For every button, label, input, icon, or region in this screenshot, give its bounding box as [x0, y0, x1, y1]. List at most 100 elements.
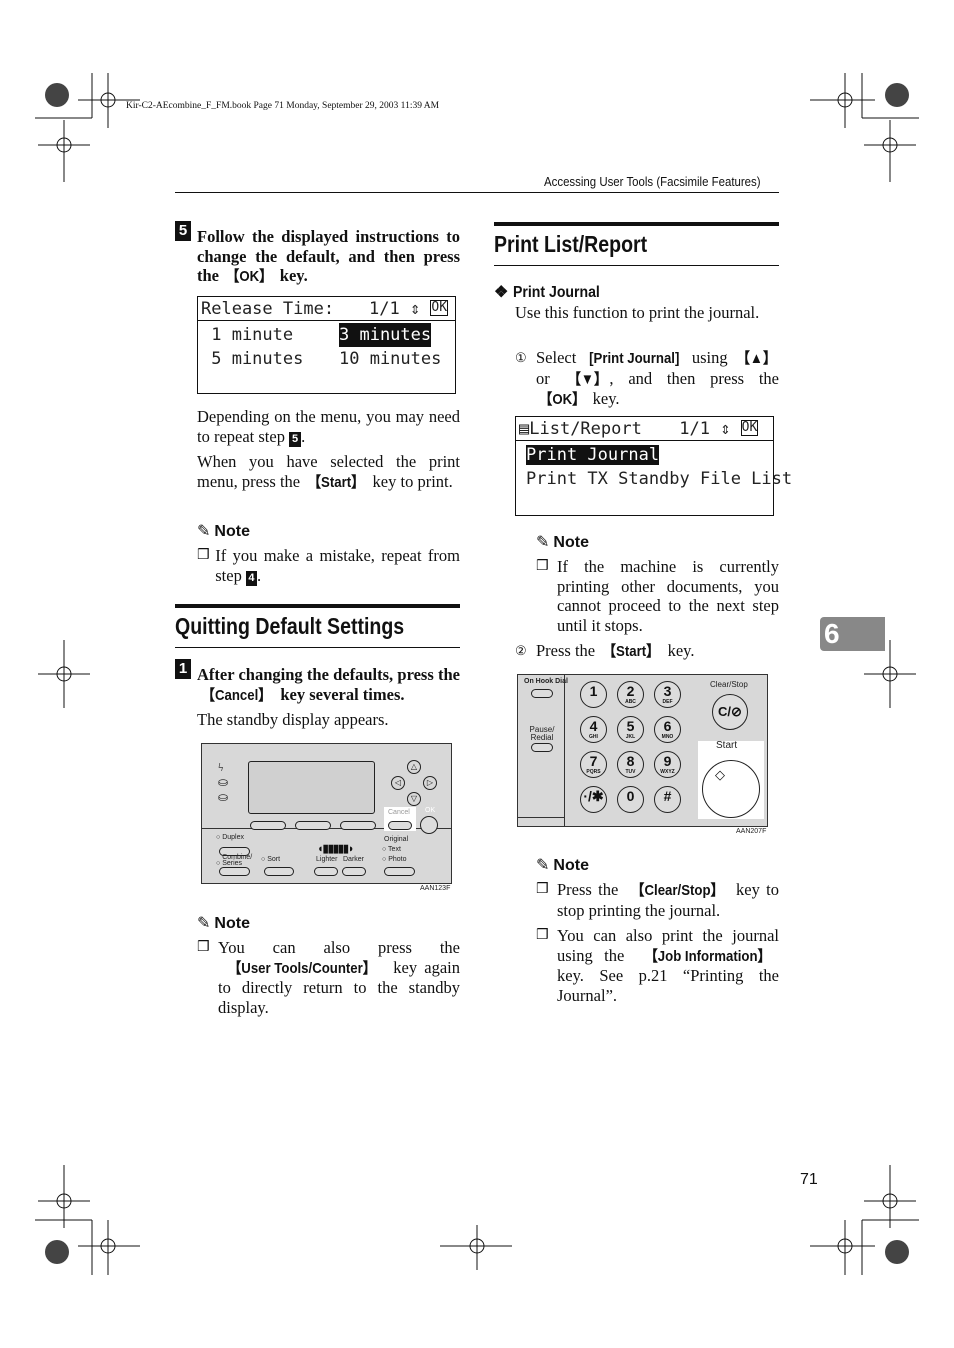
running-head: Accessing User Tools (Facsimile Features… [544, 174, 761, 189]
darker-button[interactable] [342, 867, 366, 876]
density-indicator: ◖▮▮▮▮▮◗ [317, 843, 355, 855]
darker-label: Darker [343, 856, 365, 863]
step-number-5: 5 [175, 221, 191, 241]
combine-series-button[interactable] [219, 867, 250, 876]
sort-button[interactable] [264, 867, 294, 876]
checkbox-bullet-icon: ❒ [536, 558, 549, 574]
pencil-icon: ✎ [197, 915, 211, 932]
keypad-key-0[interactable]: 1 [580, 681, 607, 708]
arrow-down-button[interactable]: ▽ [407, 792, 421, 806]
lcd-ok: OK [430, 300, 449, 316]
section-rule-top [175, 604, 460, 608]
lcd-title: Release Time: [201, 299, 335, 319]
lcd-title: List/Report [529, 419, 642, 439]
photo-label: ○ Photo [382, 856, 407, 863]
arrow-right-button[interactable]: ▷ [423, 776, 437, 790]
clear-stop-button[interactable]: C/⊘ [712, 694, 748, 730]
keypad-key-11[interactable]: # [654, 786, 681, 813]
lcd-list-report: ▤ List/Report 1/1 ⇕ OK Print Journal Print… [515, 416, 792, 516]
lcd-option-3-minutes[interactable]: 3 minutes [339, 323, 432, 347]
combine-label: ○ Combine/ Series [216, 854, 253, 867]
keypad-key-9[interactable]: ·/✱ [580, 786, 607, 813]
lighter-label: Lighter [316, 856, 338, 863]
control-panel-illustration: ϟ ⛀ ⛀ △ ◁ ▷ ▽ Cancel OK ○ Duplex ○ Combine… [201, 743, 452, 884]
note-1: ✎ Note ❒ If you make a mistake, repeat fr… [197, 523, 460, 586]
checkbox-bullet-icon: ❒ [536, 881, 549, 897]
soft-key-1[interactable] [250, 821, 286, 830]
lighter-button[interactable] [314, 867, 338, 876]
ok-button[interactable] [420, 816, 438, 834]
lcd-option-print-journal[interactable]: Print Journal [526, 445, 660, 465]
lcd-page: 1/1 ⇕ [369, 299, 431, 319]
keypad-key-5[interactable]: 6 MNO [654, 716, 681, 743]
lcd-option-5-minutes[interactable]: 5 minutes [201, 347, 339, 371]
paragraph-repeat-step: Depending on the menu, you may need to r… [197, 407, 460, 447]
pause-redial-label: Pause/ Redial [529, 725, 555, 742]
crop-marks [35, 73, 919, 1275]
lcd-page: 1/1 ⇕ [679, 419, 741, 439]
keypad-key-4[interactable]: 5 JKL [617, 716, 644, 743]
checkbox-bullet-icon: ❒ [197, 547, 210, 563]
sort-label: ○ Sort [261, 856, 281, 863]
section-title-print-list: Print List/Report [494, 231, 648, 257]
cancel-button[interactable] [388, 821, 412, 830]
chapter-number: 6 [824, 618, 840, 649]
section-rule-top-right [494, 222, 779, 226]
checkbox-bullet-icon: ❒ [197, 939, 210, 955]
ok-label: OK [425, 807, 436, 814]
clear-stop-label: Clear/Stop [710, 680, 748, 689]
note-4: ✎ Note ❒ Press the 【Clear/Stop】 key to st… [536, 857, 779, 1005]
lcd-option-print-tx-standby[interactable]: Print TX Standby File List [526, 469, 792, 489]
print-header: Kir-C2-AEcombine_F_FM.book Page 71 Monda… [126, 101, 440, 111]
print-journal-intro: Use this function to print the journal. [515, 303, 760, 322]
note-3: ✎ Note ❒ If the machine is currently prin… [536, 534, 779, 635]
keypad-key-3[interactable]: 4 GHI [580, 716, 607, 743]
pencil-icon: ✎ [197, 523, 211, 540]
section-rule-bottom [175, 647, 460, 648]
keypad-key-2[interactable]: 3 DEF [654, 681, 681, 708]
original-button[interactable] [384, 867, 415, 876]
figure-code-aan207f: AAN207F [736, 828, 767, 835]
note-2: ✎ Note ❒ You can also press the 【User Too… [197, 915, 460, 1017]
arrow-left-button[interactable]: ◁ [391, 776, 405, 790]
pencil-icon: ✎ [536, 857, 550, 874]
soft-key-2[interactable] [295, 821, 331, 830]
pause-redial-button[interactable] [531, 743, 553, 752]
checkbox-bullet-icon: ❒ [536, 927, 549, 943]
lcd-release-time: Release Time: 1/1 ⇕ OK 1 minute 3 minutes … [197, 296, 456, 394]
keypad-key-1[interactable]: 2 ABC [617, 681, 644, 708]
keypad-key-8[interactable]: 9 WXYZ [654, 751, 681, 778]
duplex-label: ○ Duplex [216, 834, 244, 841]
diamond-bullet-icon: ❖ [494, 284, 509, 301]
page-number: 71 [800, 1171, 818, 1188]
cancel-label: Cancel [388, 809, 410, 816]
keypad-key-10[interactable]: 0 [617, 786, 644, 813]
text-label: ○ Text [382, 846, 401, 853]
step-1-instruction: After changing the defaults, press the 【… [197, 665, 460, 704]
keypad-key-6[interactable]: 7 PQRS [580, 751, 607, 778]
lcd-screen [248, 761, 375, 814]
on-hook-dial-label: On Hook Dial [524, 678, 568, 685]
original-label: Original [384, 836, 409, 843]
lcd-option-1-minute[interactable]: 1 minute [201, 323, 339, 347]
substep-2: ② Press the 【Start】 key. [515, 641, 695, 660]
start-button[interactable]: ◇ [702, 760, 760, 818]
standby-text: The standby display appears. [197, 710, 389, 729]
arrow-up-button[interactable]: △ [407, 760, 421, 774]
lcd-option-10-minutes[interactable]: 10 minutes [339, 347, 441, 371]
keypad-key-7[interactable]: 8 TUV [617, 751, 644, 778]
step-5-instruction: Follow the displayed instructions to cha… [197, 227, 460, 285]
start-label: Start [716, 740, 738, 751]
header-rule [175, 192, 779, 193]
keypad-illustration: On Hook Dial Pause/ Redial 1 2 ABC 3 DEF 4 GHI… [517, 674, 768, 827]
on-hook-dial-button[interactable] [531, 689, 553, 698]
figure-code-aan123f: AAN123F [420, 885, 451, 892]
soft-key-3[interactable] [340, 821, 376, 830]
status-icons: ϟ ⛀ ⛀ [218, 760, 229, 804]
step-number-1: 1 [175, 659, 191, 679]
list-icon: ▤ [519, 419, 530, 439]
pencil-icon: ✎ [536, 534, 550, 551]
subheading-print-journal: ❖ Print Journal [494, 284, 600, 301]
section-title-quitting: Quitting Default Settings [175, 613, 405, 639]
paragraph-print: When you have selected the print menu, p… [197, 452, 460, 491]
